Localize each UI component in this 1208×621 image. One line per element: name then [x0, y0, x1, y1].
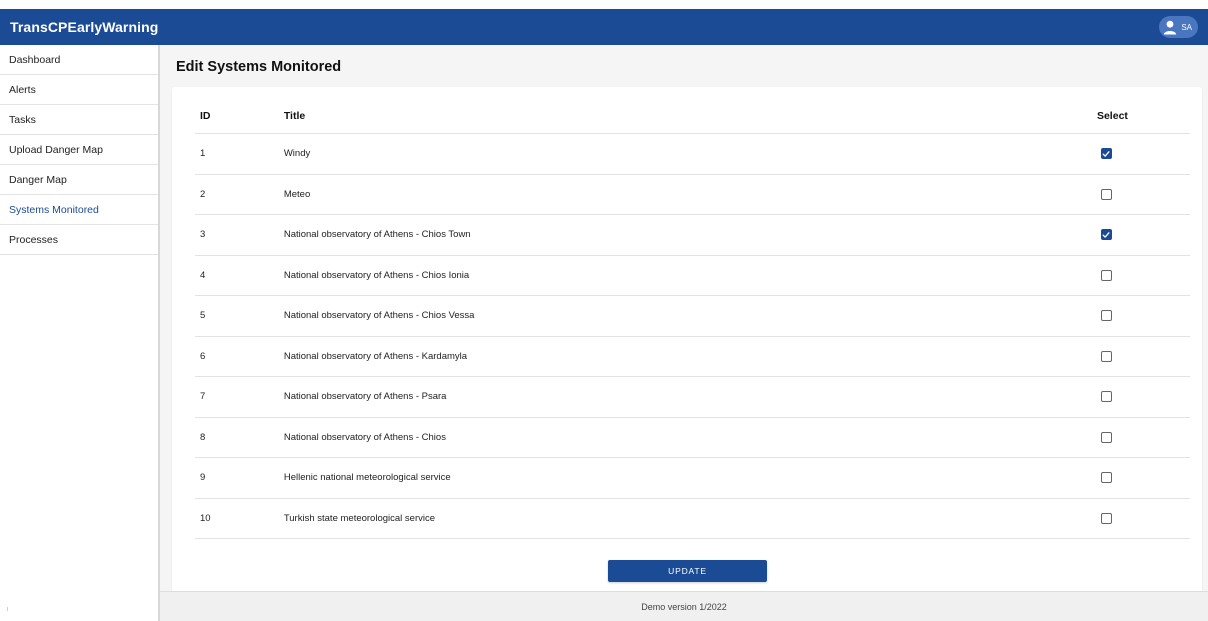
- footer-version-text: Demo version 1/2022: [641, 601, 727, 612]
- row-select-cell: [1091, 295, 1190, 337]
- row-id: 10: [195, 498, 284, 539]
- row-select-cell: [1091, 133, 1190, 175]
- row-title: National observatory of Athens - Psara: [283, 376, 1092, 418]
- row-id: 8: [195, 417, 284, 458]
- row-title: National observatory of Athens - Chios T…: [283, 214, 1092, 256]
- main-content: Edit Systems Monitored ID Title Select 1…: [160, 45, 1208, 593]
- table-row: 7 National observatory of Athens - Psara: [195, 376, 1190, 418]
- user-initials: SA: [1181, 22, 1192, 32]
- select-checkbox[interactable]: [1100, 188, 1112, 200]
- row-id: 2: [195, 174, 284, 215]
- row-select-cell: [1091, 376, 1190, 418]
- row-title: Windy: [283, 133, 1092, 175]
- sidebar: Dashboard Alerts Tasks Upload Danger Map…: [0, 45, 160, 621]
- app-header: TransCPEarlyWarning SA: [0, 9, 1208, 45]
- sidebar-item-alerts[interactable]: Alerts: [0, 75, 158, 105]
- sidebar-item-tasks[interactable]: Tasks: [0, 105, 158, 135]
- row-select-cell: [1091, 336, 1190, 377]
- sidebar-item-processes[interactable]: Processes: [0, 225, 158, 255]
- sidebar-item-upload-danger-map[interactable]: Upload Danger Map: [0, 135, 158, 165]
- sidebar-item-dashboard[interactable]: Dashboard: [0, 45, 158, 75]
- table-row: 1 Windy: [195, 133, 1190, 175]
- column-header-title: Title: [283, 99, 1092, 134]
- row-title: National observatory of Athens - Chios I…: [283, 255, 1092, 296]
- column-header-select: Select: [1091, 99, 1190, 134]
- select-checkbox[interactable]: [1100, 229, 1112, 241]
- checkmark-icon: [1103, 150, 1111, 157]
- table-row: 5 National observatory of Athens - Chios …: [195, 295, 1190, 337]
- checkmark-icon: [1103, 231, 1111, 238]
- row-title: Hellenic national meteorological service: [283, 457, 1092, 499]
- app-title[interactable]: TransCPEarlyWarning: [10, 19, 158, 35]
- select-checkbox[interactable]: [1100, 512, 1112, 524]
- corner-mark: [7, 607, 8, 611]
- select-checkbox[interactable]: [1100, 472, 1112, 484]
- row-select-cell: [1091, 417, 1190, 458]
- row-select-cell: [1091, 255, 1190, 296]
- row-id: 9: [195, 457, 284, 499]
- row-title: National observatory of Athens - Chios V…: [283, 295, 1092, 337]
- row-title: National observatory of Athens - Chios: [283, 417, 1092, 458]
- row-select-cell: [1091, 174, 1190, 215]
- top-strip: [0, 0, 1208, 9]
- table-row: 10 Turkish state meteorological service: [195, 498, 1190, 539]
- row-id: 1: [195, 133, 284, 175]
- table-header-row: ID Title Select: [195, 99, 1190, 134]
- row-id: 4: [195, 255, 284, 296]
- row-select-cell: [1091, 457, 1190, 499]
- row-title: Meteo: [283, 174, 1092, 215]
- table-body: 1 Windy 2 Meteo 3 National observatory of Ath…: [195, 133, 1190, 539]
- table-row: 9 Hellenic national meteorological servic…: [195, 457, 1190, 499]
- select-checkbox[interactable]: [1100, 391, 1112, 403]
- table-row: 6 National observatory of Athens - Kardam…: [195, 336, 1190, 377]
- row-id: 3: [195, 214, 284, 256]
- row-id: 6: [195, 336, 284, 377]
- systems-card: ID Title Select 1 Windy 2 Meteo 3 National ob…: [172, 87, 1202, 593]
- sidebar-item-systems-monitored[interactable]: Systems Monitored: [0, 195, 158, 225]
- sidebar-item-danger-map[interactable]: Danger Map: [0, 165, 158, 195]
- table-row: 4 National observatory of Athens - Chios …: [195, 255, 1190, 296]
- footer: Demo version 1/2022: [160, 591, 1208, 621]
- row-title: National observatory of Athens - Kardamy…: [283, 336, 1092, 377]
- select-checkbox[interactable]: [1100, 148, 1112, 160]
- select-checkbox[interactable]: [1100, 310, 1112, 322]
- row-select-cell: [1091, 214, 1190, 256]
- page-title: Edit Systems Monitored: [176, 59, 342, 75]
- row-title: Turkish state meteorological service: [283, 498, 1092, 539]
- update-button[interactable]: UPDATE: [608, 560, 767, 582]
- app-window: TransCPEarlyWarning SA Dashboard Alerts …: [0, 0, 1208, 621]
- table-row: 3 National observatory of Athens - Chios …: [195, 214, 1190, 256]
- row-select-cell: [1091, 498, 1190, 539]
- systems-table: ID Title Select 1 Windy 2 Meteo 3 National ob…: [195, 99, 1190, 539]
- row-id: 5: [195, 295, 284, 337]
- row-id: 7: [195, 376, 284, 418]
- user-menu-button[interactable]: SA: [1159, 16, 1198, 38]
- table-row: 8 National observatory of Athens - Chios: [195, 417, 1190, 458]
- select-checkbox[interactable]: [1100, 350, 1112, 362]
- select-checkbox[interactable]: [1100, 431, 1112, 443]
- table-row: 2 Meteo: [195, 174, 1190, 215]
- column-header-id: ID: [195, 99, 284, 134]
- user-icon: [1162, 19, 1178, 35]
- select-checkbox[interactable]: [1100, 269, 1112, 281]
